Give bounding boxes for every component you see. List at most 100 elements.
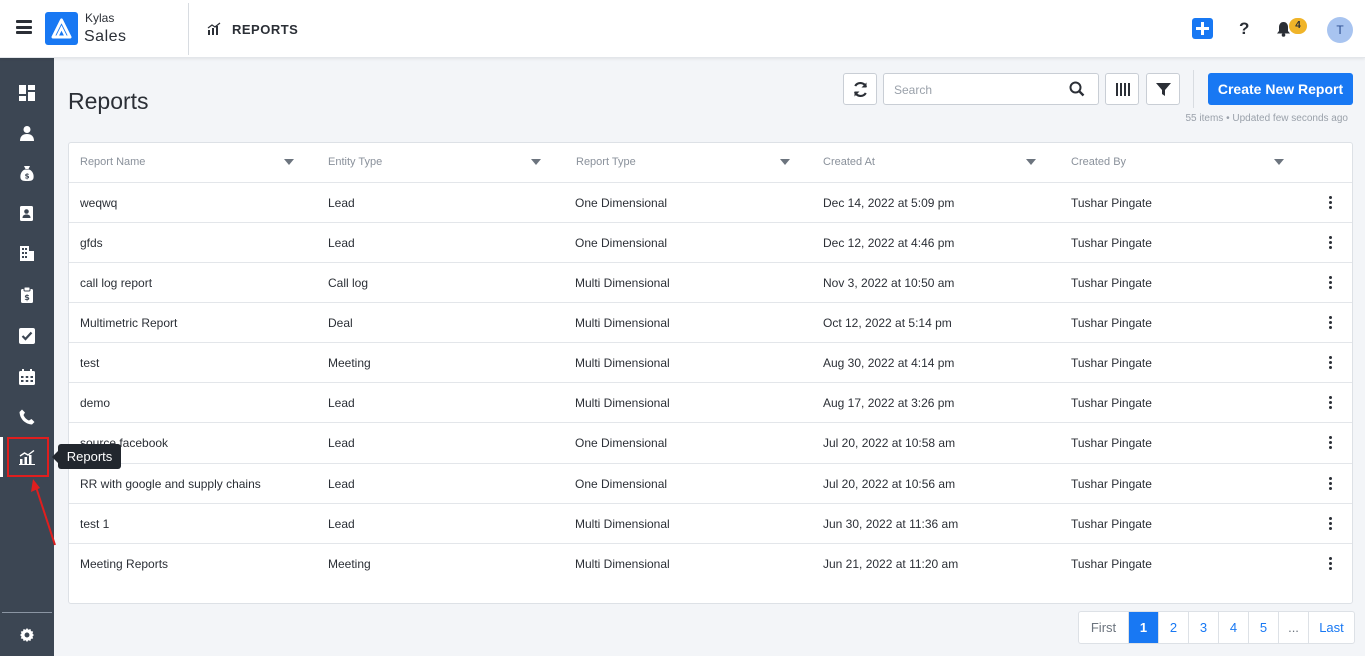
toolbar-divider	[1193, 70, 1194, 108]
sort-caret-icon[interactable]	[780, 159, 790, 165]
table-row[interactable]: gfds Lead One Dimensional Dec 12, 2022 a…	[69, 222, 1352, 262]
row-actions-icon[interactable]	[1329, 477, 1333, 491]
help-icon[interactable]: ?	[1239, 19, 1249, 39]
table-row[interactable]: Multimetric Report Deal Multi Dimensiona…	[69, 302, 1352, 342]
sidebar-item-dashboard[interactable]	[0, 73, 54, 113]
report-name-cell[interactable]: demo	[80, 383, 110, 423]
sidebar-item-tasks[interactable]: $	[0, 275, 54, 315]
column-header-created-at[interactable]: Created At	[823, 142, 1038, 182]
quick-add-button[interactable]	[1192, 18, 1213, 39]
entity-type-cell: Lead	[328, 396, 355, 410]
sidebar: $ $	[0, 58, 54, 656]
entity-type-cell: Meeting	[328, 557, 371, 571]
sort-caret-icon[interactable]	[1026, 159, 1036, 165]
reports-chart-icon	[207, 22, 221, 35]
companies-icon	[20, 246, 34, 261]
svg-text:$: $	[25, 173, 30, 181]
sidebar-item-calls[interactable]	[0, 397, 54, 437]
pagination-ellipsis[interactable]: ...	[1279, 612, 1309, 643]
pagination-first[interactable]: First	[1079, 612, 1129, 643]
svg-text:$: $	[24, 293, 30, 302]
pagination-last[interactable]: Last	[1309, 612, 1354, 643]
row-actions-icon[interactable]	[1329, 236, 1333, 250]
report-name-cell[interactable]: weqwq	[80, 183, 117, 223]
row-actions-icon[interactable]	[1329, 517, 1333, 531]
report-name-cell[interactable]: test	[80, 343, 99, 383]
column-header-label: Entity Type	[328, 156, 383, 168]
row-actions-icon[interactable]	[1329, 557, 1333, 571]
page-title: Reports	[68, 88, 149, 114]
sidebar-item-contacts[interactable]	[0, 113, 54, 153]
created-by-cell: Tushar Pingate	[1071, 196, 1152, 210]
row-actions-icon[interactable]	[1329, 196, 1333, 210]
refresh-icon	[853, 81, 868, 98]
annotation-arrow-icon	[31, 479, 56, 546]
report-name-cell[interactable]: Meeting Reports	[80, 544, 168, 584]
sidebar-item-address-book[interactable]	[0, 193, 54, 233]
table-row[interactable]: test 1 Lead Multi Dimensional Jun 30, 20…	[69, 503, 1352, 543]
column-header-label: Created At	[823, 156, 875, 168]
column-header-created-by[interactable]: Created By	[1071, 142, 1286, 182]
created-at-cell: Jul 20, 2022 at 10:56 am	[823, 477, 956, 491]
pagination: First 1 2 3 4 5 ... Last	[1078, 611, 1355, 644]
pagination-page-4[interactable]: 4	[1219, 612, 1249, 643]
pagination-page-3[interactable]: 3	[1189, 612, 1219, 643]
search-icon[interactable]	[1069, 81, 1085, 97]
table-row[interactable]: Meeting Reports Meeting Multi Dimensiona…	[69, 543, 1352, 583]
reports-tooltip: Reports	[52, 444, 121, 469]
report-name-cell[interactable]: gfds	[80, 223, 103, 263]
entity-type-cell: Lead	[328, 236, 355, 250]
created-at-cell: Oct 12, 2022 at 5:14 pm	[823, 316, 952, 330]
row-actions-icon[interactable]	[1329, 316, 1333, 330]
table-row[interactable]: call log report Call log Multi Dimension…	[69, 262, 1352, 302]
report-name-cell[interactable]: call log report	[80, 263, 152, 303]
sort-caret-icon[interactable]	[1274, 159, 1284, 165]
created-at-cell: Jul 20, 2022 at 10:58 am	[823, 436, 956, 450]
row-actions-icon[interactable]	[1329, 436, 1333, 450]
kylas-logo-icon[interactable]	[45, 12, 78, 45]
created-at-cell: Jun 30, 2022 at 11:36 am	[823, 517, 959, 531]
entity-type-cell: Lead	[328, 517, 355, 531]
column-header-entity-type[interactable]: Entity Type	[328, 142, 543, 182]
report-type-cell: One Dimensional	[575, 436, 668, 450]
pagination-page-5[interactable]: 5	[1249, 612, 1279, 643]
report-name-cell[interactable]: test 1	[80, 504, 109, 544]
create-new-report-button[interactable]: Create New Report	[1208, 73, 1353, 105]
row-actions-icon[interactable]	[1329, 396, 1333, 410]
row-actions-icon[interactable]	[1329, 356, 1333, 370]
search-input[interactable]	[894, 82, 1064, 98]
sidebar-item-checklist[interactable]	[0, 316, 54, 356]
sort-caret-icon[interactable]	[531, 159, 541, 165]
pagination-page-2[interactable]: 2	[1159, 612, 1189, 643]
table-row[interactable]: demo Lead Multi Dimensional Aug 17, 2022…	[69, 382, 1352, 422]
refresh-button[interactable]	[843, 73, 877, 105]
created-at-cell: Jun 21, 2022 at 11:20 am	[823, 557, 959, 571]
table-row[interactable]: weqwq Lead One Dimensional Dec 14, 2022 …	[69, 182, 1352, 222]
sidebar-item-companies[interactable]	[0, 233, 54, 273]
report-name-cell[interactable]: RR with google and supply chains	[80, 464, 261, 504]
created-at-cell: Aug 17, 2022 at 3:26 pm	[823, 396, 955, 410]
created-at-cell: Dec 12, 2022 at 4:46 pm	[823, 236, 955, 250]
page-breadcrumb: REPORTS	[232, 22, 299, 37]
clipboard-icon: $	[21, 287, 33, 303]
column-header-report-name[interactable]: Report Name	[80, 142, 295, 182]
sidebar-item-deals[interactable]: $	[0, 153, 54, 193]
pagination-page-1[interactable]: 1	[1129, 612, 1159, 643]
hamburger-menu-icon[interactable]	[16, 20, 32, 34]
sidebar-item-settings[interactable]	[0, 616, 54, 656]
created-at-cell: Aug 30, 2022 at 4:14 pm	[823, 356, 955, 370]
notification-count-badge: 4	[1289, 18, 1307, 34]
column-header-report-type[interactable]: Report Type	[576, 142, 791, 182]
filter-button[interactable]	[1146, 73, 1180, 105]
report-type-cell: Multi Dimensional	[575, 356, 670, 370]
report-type-cell: Multi Dimensional	[575, 276, 670, 290]
table-row[interactable]: RR with google and supply chains Lead On…	[69, 463, 1352, 503]
sort-caret-icon[interactable]	[284, 159, 294, 165]
column-settings-button[interactable]	[1105, 73, 1139, 105]
user-avatar[interactable]: T	[1327, 17, 1353, 43]
table-row[interactable]: source facebook Lead One Dimensional Jul…	[69, 422, 1352, 462]
report-name-cell[interactable]: Multimetric Report	[80, 303, 177, 343]
sidebar-item-calendar[interactable]	[0, 357, 54, 397]
table-row[interactable]: test Meeting Multi Dimensional Aug 30, 2…	[69, 342, 1352, 382]
row-actions-icon[interactable]	[1329, 276, 1333, 290]
